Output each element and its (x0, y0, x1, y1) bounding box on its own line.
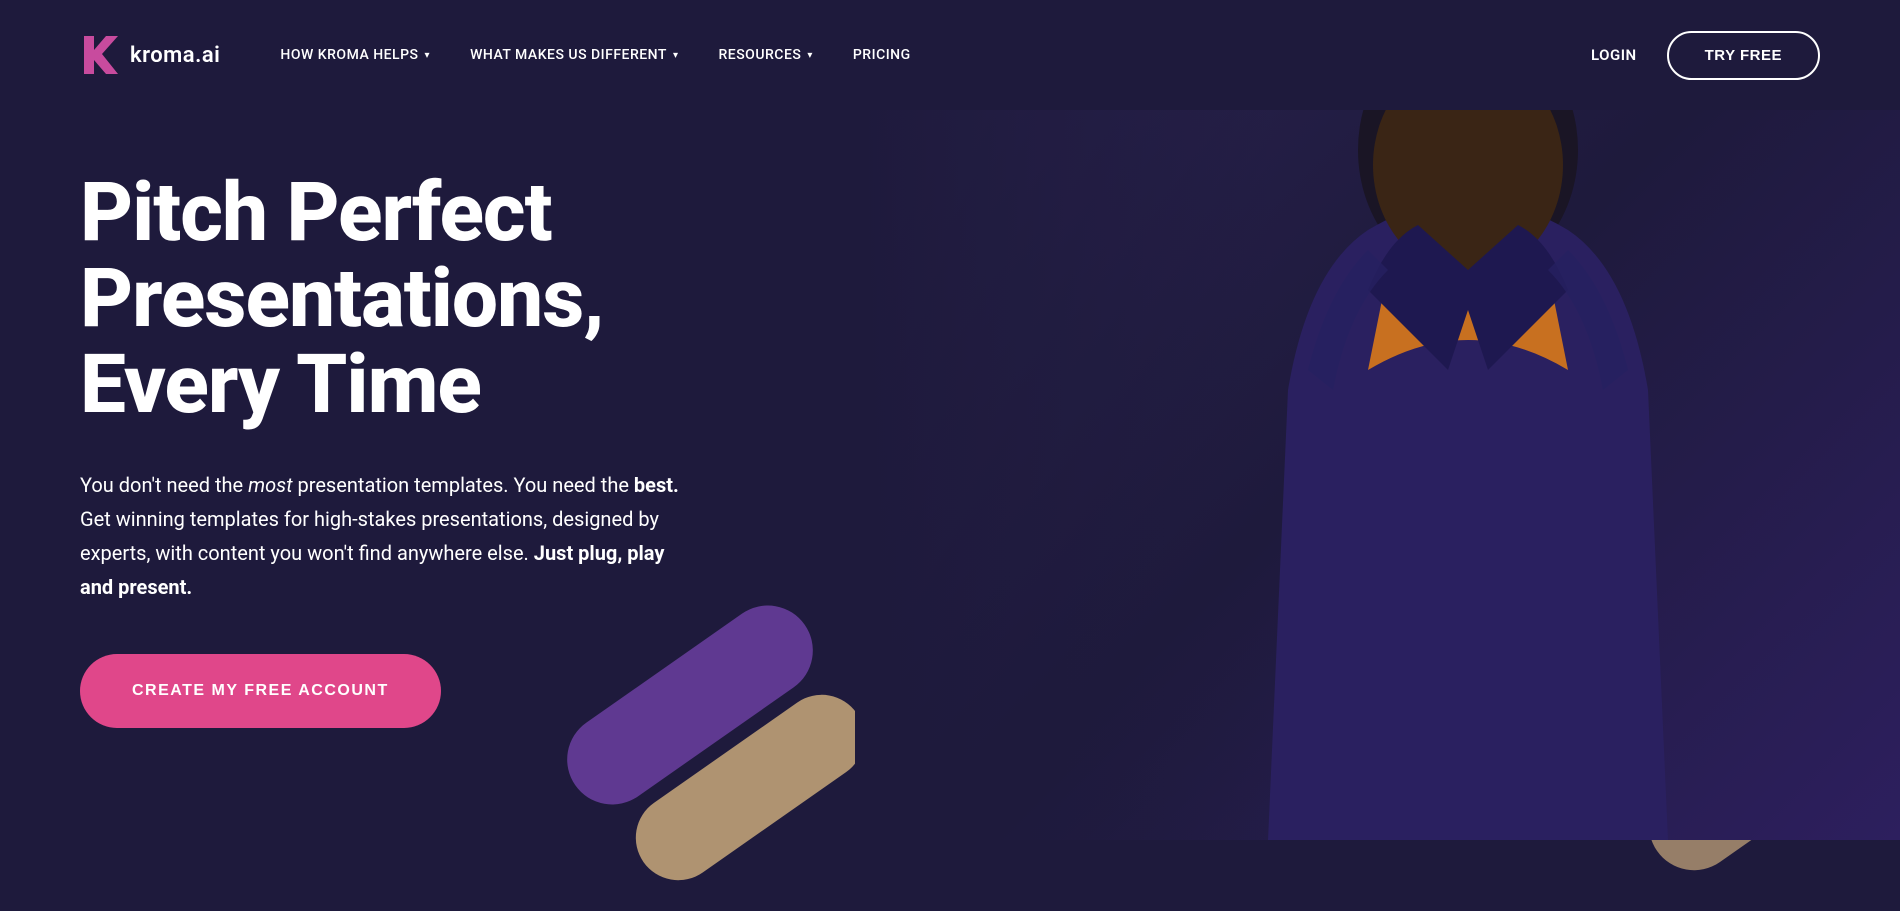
hero-section: Pitch Perfect Presentations, Every Time … (0, 110, 1900, 910)
subtitle-text-2: presentation templates. You need the (293, 473, 634, 497)
hero-title: Pitch Perfect Presentations, Every Time (80, 170, 780, 428)
nav-label-resources: RESOURCES (718, 47, 801, 63)
hero-content: Pitch Perfect Presentations, Every Time … (80, 170, 780, 728)
chevron-down-icon: ▾ (807, 50, 813, 61)
subtitle-bold-1: best. (634, 473, 679, 497)
nav-item-resources[interactable]: RESOURCES ▾ (718, 47, 812, 63)
subtitle-italic: most (248, 473, 292, 497)
nav-label-different: WHAT MAKES US DIFFERENT (470, 47, 667, 63)
person-silhouette (1168, 110, 1768, 840)
nav-item-what-makes-different[interactable]: WHAT MAKES US DIFFERENT ▾ (470, 47, 678, 63)
nav-links: HOW KROMA HELPS ▾ WHAT MAKES US DIFFEREN… (280, 47, 1591, 63)
nav-item-pricing[interactable]: PRICING (853, 47, 911, 63)
try-free-button[interactable]: TRY FREE (1667, 31, 1820, 80)
nav-right: LOGIN TRY FREE (1591, 31, 1820, 80)
logo-icon (80, 32, 120, 78)
logo[interactable]: kroma.ai (80, 32, 220, 78)
hero-title-line2: Presentations, (80, 251, 603, 347)
nav-label-how: HOW KROMA HELPS (280, 47, 418, 63)
hero-image (855, 110, 1900, 840)
logo-text: kroma.ai (130, 43, 220, 68)
create-account-button[interactable]: CREATE MY FREE ACCOUNT (80, 654, 441, 728)
subtitle-text-1: You don't need the (80, 473, 248, 497)
chevron-down-icon: ▾ (673, 50, 679, 61)
hero-subtitle: You don't need the most presentation tem… (80, 468, 700, 604)
hero-title-line1: Pitch Perfect (80, 165, 552, 261)
hero-title-line3: Every Time (80, 337, 481, 433)
login-button[interactable]: LOGIN (1591, 46, 1637, 64)
nav-item-how-kroma-helps[interactable]: HOW KROMA HELPS ▾ (280, 47, 430, 63)
chevron-down-icon: ▾ (425, 50, 431, 61)
navbar: kroma.ai HOW KROMA HELPS ▾ WHAT MAKES US… (0, 0, 1900, 110)
nav-label-pricing: PRICING (853, 47, 911, 63)
hero-background (855, 110, 1900, 840)
